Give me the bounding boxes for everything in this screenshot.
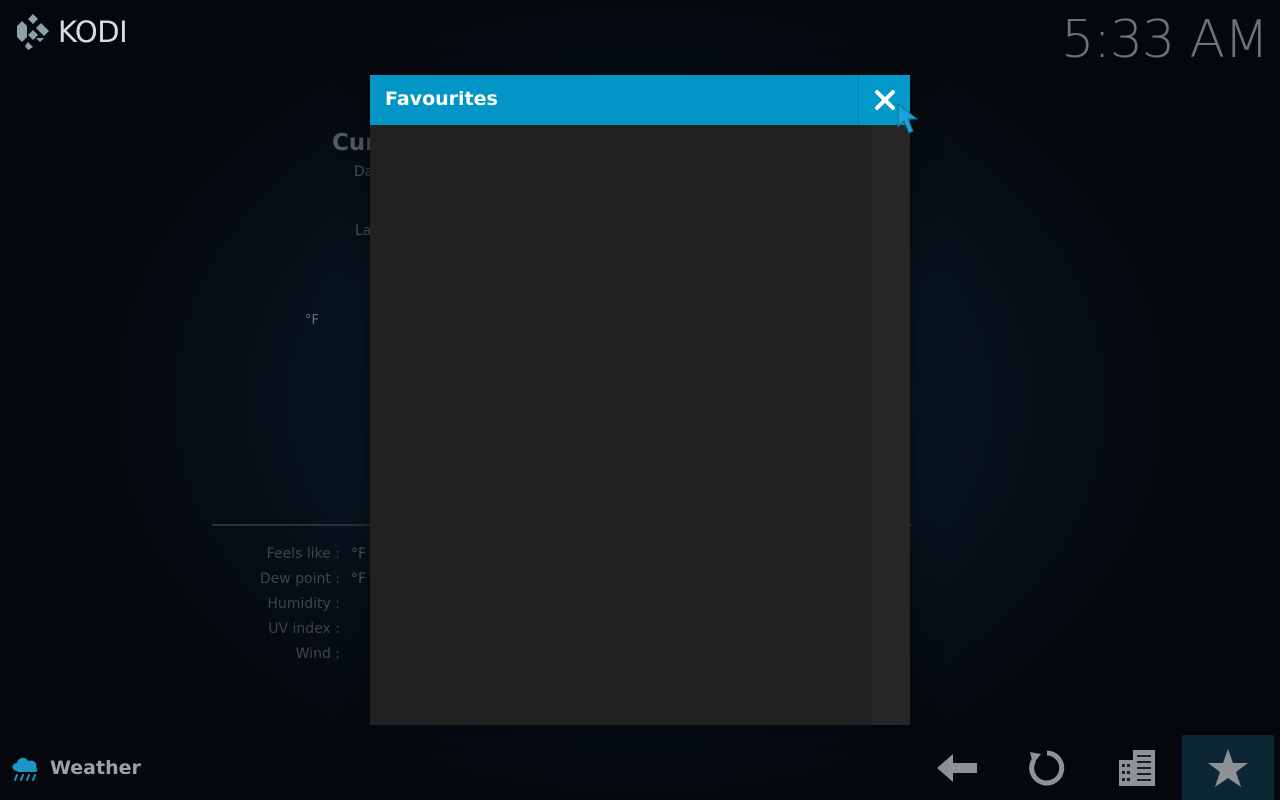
buildings-icon (1119, 749, 1155, 786)
dialog-header: Favourites (370, 75, 910, 125)
weather-icon (12, 757, 38, 781)
close-icon (874, 90, 895, 110)
favourites-list[interactable] (370, 125, 872, 725)
dialog-title: Favourites (385, 88, 498, 110)
favourites-button[interactable] (1182, 735, 1274, 800)
detail-value: °F (351, 546, 367, 562)
scrollbar[interactable] (872, 125, 910, 725)
detail-label: Dew point : (259, 571, 340, 587)
detail-label: UV index : (268, 621, 340, 637)
back-arrow-icon (937, 753, 977, 782)
refresh-icon (1029, 750, 1065, 785)
detail-label: Wind : (295, 646, 340, 662)
kodi-logo: KODI (16, 13, 128, 51)
clock: 5:33 AM (1061, 10, 1269, 70)
refresh-button[interactable] (1001, 735, 1093, 800)
detail-label: Humidity : (267, 596, 340, 612)
mouse-pointer-icon (897, 103, 919, 134)
favourites-dialog: Favourites (370, 75, 910, 725)
kodi-logo-icon (17, 14, 49, 50)
star-icon (1208, 748, 1248, 787)
weather-location-line: La (355, 223, 372, 239)
section-title: Weather (8, 752, 141, 784)
app-name: KODI (58, 15, 128, 49)
temperature-unit: °F (305, 313, 319, 328)
section-label: Weather (50, 757, 141, 779)
back-button[interactable] (911, 735, 1003, 800)
detail-label: Feels like : (266, 546, 340, 562)
locations-button[interactable] (1091, 735, 1183, 800)
detail-value: °F (351, 571, 367, 587)
kodi-app: KODI 5:33 AM Cur Da La °F Feels like : °… (0, 0, 1280, 800)
